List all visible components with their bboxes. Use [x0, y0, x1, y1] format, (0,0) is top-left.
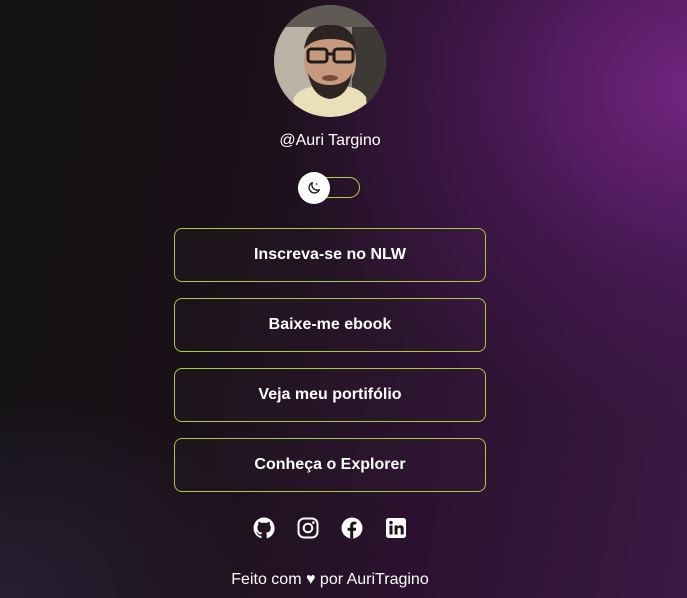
link-explorer-button[interactable]: Conheça o Explorer [174, 438, 486, 492]
link-ebook-button[interactable]: Baixe-me ebook [174, 298, 486, 352]
github-icon [253, 517, 275, 539]
profile-photo [274, 5, 386, 117]
instagram-link[interactable] [296, 516, 320, 540]
github-link[interactable] [252, 516, 276, 540]
social-links [0, 516, 660, 540]
linkedin-link[interactable] [384, 516, 408, 540]
links-list: Inscreva-se no NLW Baixe-me ebook Veja m… [174, 228, 486, 508]
footer-credit: Feito com ♥ por AuriTragino [231, 571, 429, 588]
facebook-link[interactable] [340, 516, 364, 540]
link-nlw-button[interactable]: Inscreva-se no NLW [174, 228, 486, 282]
switch-thumb[interactable] [298, 172, 330, 204]
link-portfolio-button[interactable]: Veja meu portifólio [174, 368, 486, 422]
profile-page: @Auri Targino Inscreva-se no NLW Baixe-m… [0, 0, 687, 598]
instagram-icon [297, 517, 319, 539]
avatar [274, 5, 386, 117]
moon-icon [308, 182, 320, 194]
facebook-icon [341, 517, 363, 539]
username: @Auri Targino [279, 132, 381, 149]
linkedin-icon [386, 518, 406, 538]
theme-toggle[interactable] [298, 172, 360, 204]
